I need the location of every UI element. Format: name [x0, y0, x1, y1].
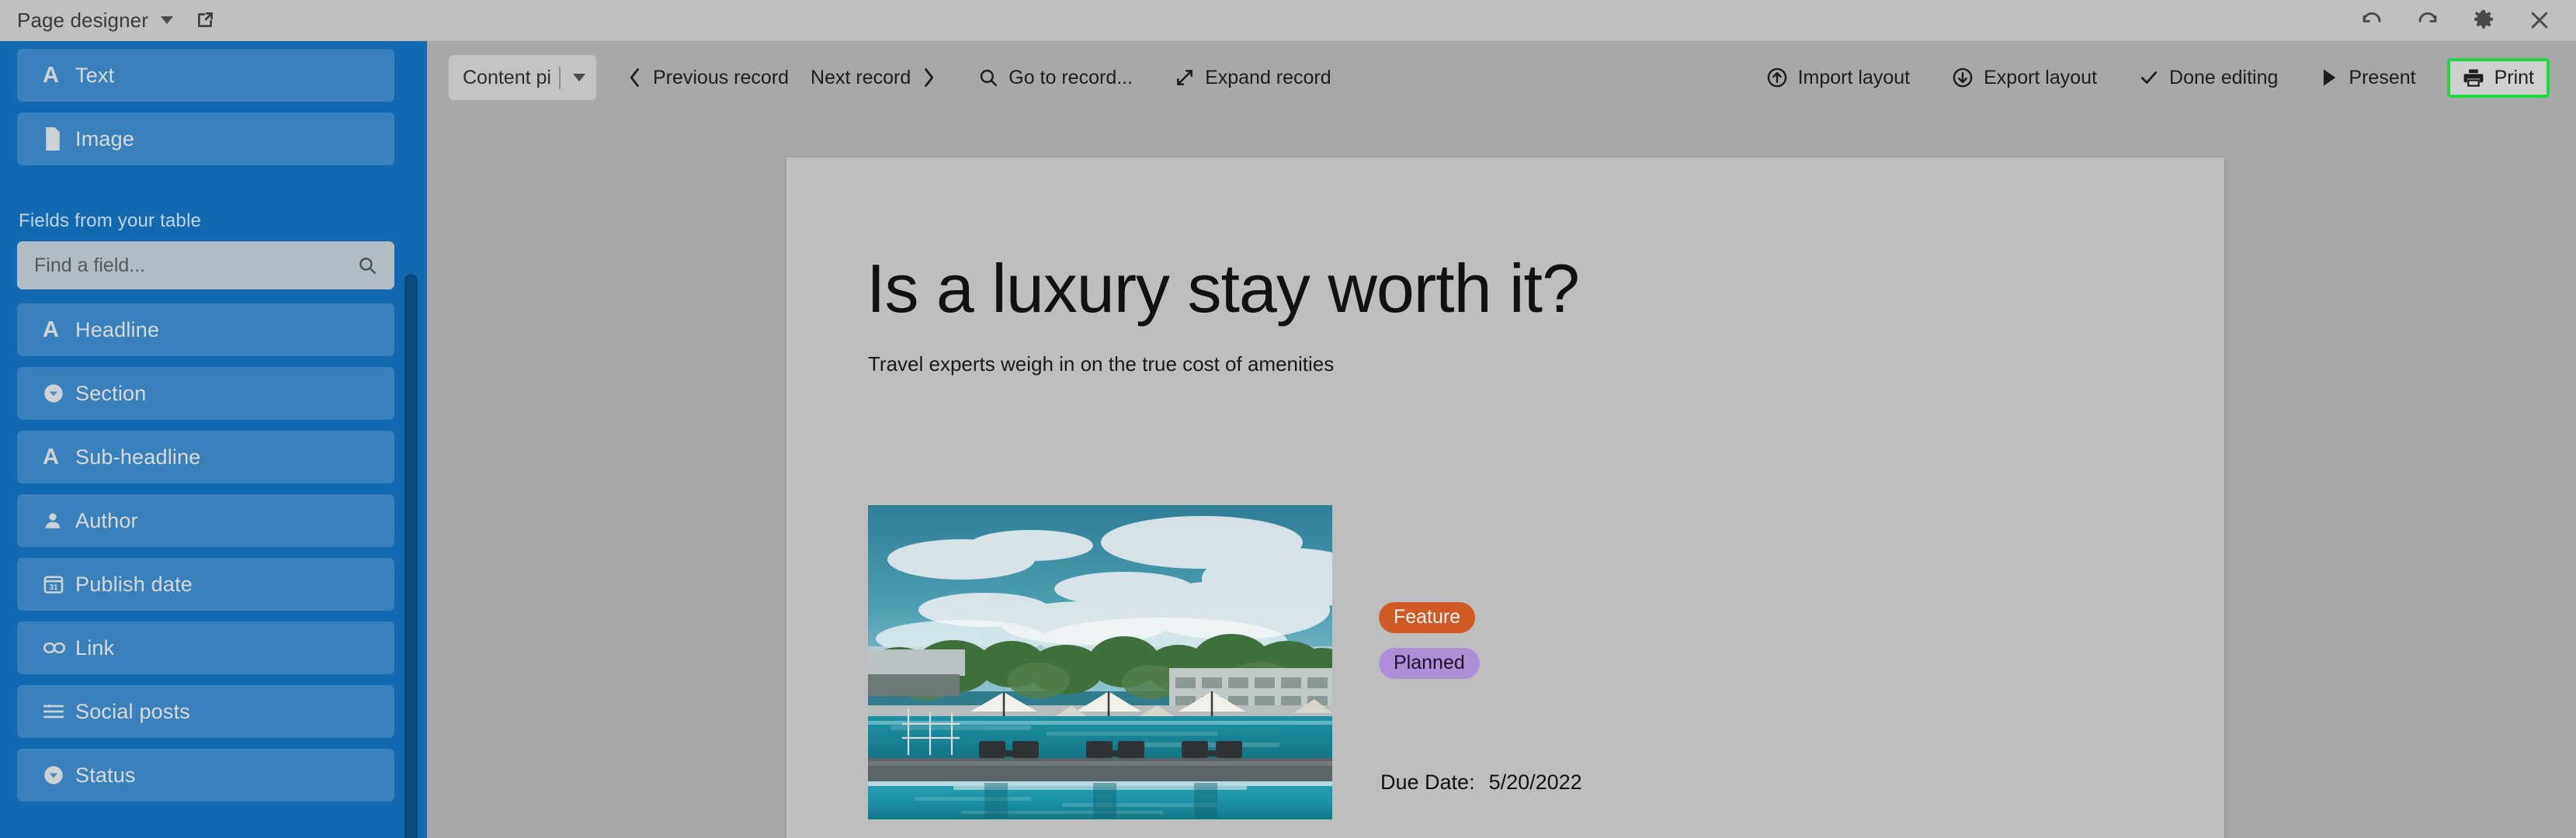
go-to-record-button[interactable]: Go to record...: [967, 59, 1144, 97]
search-icon: [357, 255, 377, 275]
sidebar-scrollbar[interactable]: [404, 274, 418, 838]
content-picker-value: Content pi: [463, 66, 561, 89]
content-picker-dropdown[interactable]: Content pi: [449, 55, 596, 100]
undo-icon[interactable]: [2359, 7, 2385, 33]
export-layout-label: Export layout: [1984, 66, 2098, 88]
sidebar-element-label: Text: [75, 63, 115, 87]
body-area: A Text Image Fields from your table Find…: [0, 41, 2576, 838]
sidebar-field-label: Publish date: [75, 572, 193, 596]
sidebar-field-link[interactable]: Link: [17, 622, 394, 674]
chevron-down-icon: [572, 74, 585, 81]
close-icon[interactable]: [2526, 7, 2553, 33]
export-icon: [1952, 67, 1974, 88]
single-select-icon: [43, 764, 75, 786]
search-input[interactable]: Find a field...: [17, 241, 394, 289]
text-icon: A: [43, 62, 59, 88]
sidebar-field-label: Social posts: [75, 699, 190, 723]
sidebar-field-label: Sub-headline: [75, 445, 201, 469]
search-input-placeholder: Find a field...: [34, 254, 146, 276]
document-page[interactable]: Is a luxury stay worth it? Travel expert…: [786, 158, 2224, 838]
text-icon: A: [43, 317, 59, 342]
sidebar-element-image[interactable]: Image: [17, 113, 394, 165]
import-layout-label: Import layout: [1797, 66, 1911, 88]
top-bar-right: [2359, 7, 2576, 33]
play-icon: [2320, 68, 2338, 88]
sidebar-field-author[interactable]: Author: [17, 494, 394, 547]
calendar-icon: 31: [43, 573, 75, 595]
sidebar-field-headline[interactable]: A Headline: [17, 303, 394, 356]
image-icon: [43, 127, 75, 151]
gear-icon[interactable]: [2470, 7, 2497, 33]
check-icon: [2139, 68, 2159, 88]
sidebar-field-publish-date[interactable]: 31 Publish date: [17, 558, 394, 611]
import-icon: [1766, 67, 1788, 88]
headline-block[interactable]: Is a luxury stay worth it?: [866, 255, 1580, 323]
fields-caption: Fields from your table: [19, 210, 202, 231]
chevron-left-icon: [627, 68, 643, 88]
next-record-label: Next record: [811, 66, 911, 88]
done-editing-label: Done editing: [2169, 66, 2279, 88]
pool-photo: [868, 505, 1332, 819]
expand-record-label: Expand record: [1205, 66, 1331, 88]
text-icon: A: [43, 444, 59, 469]
sidebar-field-label: Author: [75, 508, 138, 532]
chevron-right-icon: [921, 68, 936, 88]
sidebar-field-label: Headline: [75, 317, 160, 341]
sidebar-field-status[interactable]: Status: [17, 749, 394, 802]
subheadline-block[interactable]: Travel experts weigh in on the true cost…: [868, 352, 1334, 376]
sidebar-field-section[interactable]: Section: [17, 367, 394, 420]
page-title: Page designer: [17, 8, 148, 32]
done-editing-button[interactable]: Done editing: [2128, 59, 2289, 97]
link-icon: [43, 639, 75, 657]
sidebar-field-label: Status: [75, 763, 136, 787]
sidebar-field-sub-headline[interactable]: A Sub-headline: [17, 431, 394, 483]
single-select-icon: [43, 383, 75, 404]
printer-icon: [2463, 67, 2484, 88]
external-link-icon[interactable]: [195, 10, 215, 30]
sidebar-field-social-posts[interactable]: Social posts: [17, 685, 394, 738]
page-toolbar: Content pi Previous record Next record G…: [427, 41, 2576, 114]
go-to-record-label: Go to record...: [1009, 66, 1134, 88]
present-label: Present: [2349, 66, 2416, 88]
previous-record-label: Previous record: [652, 66, 790, 88]
print-label: Print: [2494, 66, 2534, 88]
top-bar-left: Page designer: [0, 9, 215, 33]
next-record-button[interactable]: Next record: [800, 59, 947, 97]
svg-text:31: 31: [49, 583, 58, 592]
image-block[interactable]: [868, 505, 1332, 819]
status-badge-planned[interactable]: Planned: [1379, 648, 1480, 680]
due-date-row[interactable]: Due Date: 5/20/2022: [1380, 770, 1582, 795]
print-button[interactable]: Print: [2446, 57, 2550, 98]
sidebar-element-text[interactable]: A Text: [17, 49, 394, 102]
sidebar-field-label: Section: [75, 381, 147, 405]
sidebar-field-label: Link: [75, 635, 115, 660]
canvas-area: Content pi Previous record Next record G…: [427, 41, 2576, 838]
due-date-label: Due Date:: [1380, 770, 1475, 794]
sidebar-element-label: Image: [75, 126, 135, 151]
previous-record-button[interactable]: Previous record: [616, 59, 800, 97]
redo-icon[interactable]: [2415, 7, 2441, 33]
expand-icon: [1175, 68, 1195, 88]
import-layout-button[interactable]: Import layout: [1755, 59, 1922, 97]
top-bar: Page designer: [0, 0, 2576, 41]
export-layout-button[interactable]: Export layout: [1941, 59, 2108, 97]
due-date-value: 5/20/2022: [1488, 770, 1582, 794]
expand-record-button[interactable]: Expand record: [1164, 59, 1342, 97]
sidebar: A Text Image Fields from your table Find…: [0, 41, 427, 838]
status-badge-feature[interactable]: Feature: [1379, 602, 1476, 634]
user-icon: [43, 510, 75, 532]
chevron-down-icon[interactable]: [160, 16, 173, 24]
list-icon: [43, 702, 75, 721]
present-button[interactable]: Present: [2309, 59, 2426, 97]
page-designer-app: Page designer A Text Image Fields from y…: [0, 0, 2576, 838]
search-icon: [978, 68, 998, 88]
